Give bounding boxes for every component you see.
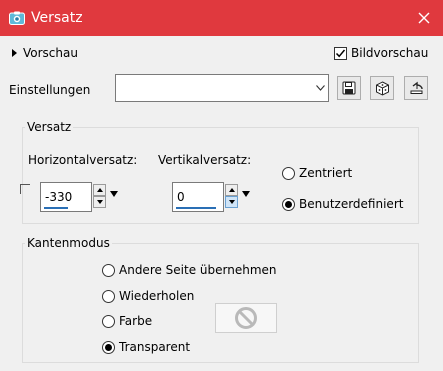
dice-icon — [375, 80, 389, 96]
horizontal-offset-label: Horizontalversatz: — [28, 153, 138, 167]
arrow-down-icon — [228, 200, 235, 204]
vertical-offset-dropdown[interactable] — [240, 184, 251, 208]
radio-centered[interactable]: Zentriert — [282, 165, 352, 181]
close-button[interactable] — [411, 5, 437, 31]
horizontal-offset-value: -330 — [45, 190, 73, 204]
vertical-offset-label: Vertikalversatz: — [158, 153, 252, 167]
camera-icon — [9, 11, 25, 25]
reset-icon — [410, 81, 423, 94]
horizontal-offset-dropdown[interactable] — [108, 184, 119, 208]
edge-mode-group-label: Kantenmodus — [25, 236, 112, 250]
focus-underline — [176, 207, 216, 209]
edge-option-repeat[interactable]: Wiederholen — [102, 288, 194, 304]
vertical-offset-value: 0 — [177, 190, 185, 204]
vertical-offset-input[interactable]: 0 — [172, 182, 224, 212]
spin-up-button[interactable] — [225, 184, 238, 196]
preview-toggle[interactable]: Vorschau — [12, 45, 78, 61]
radio-centered-label: Zentriert — [299, 166, 353, 180]
settings-label: Einstellungen — [9, 83, 91, 97]
arrow-up-icon — [96, 188, 103, 192]
horizontal-offset-input[interactable]: -330 — [40, 182, 92, 212]
edge-color-swatch[interactable] — [215, 303, 277, 333]
checkbox[interactable] — [334, 46, 347, 60]
radio-button[interactable] — [282, 166, 295, 180]
preview-label: Vorschau — [23, 46, 78, 60]
radio-button[interactable] — [102, 263, 115, 277]
edge-option-transparent[interactable]: Transparent — [102, 339, 190, 355]
edge-option-label: Farbe — [119, 314, 153, 328]
vertical-offset-spinner[interactable] — [225, 184, 238, 208]
dropdown-arrow-icon — [241, 191, 250, 197]
combobox-dropdown-button[interactable] — [312, 75, 328, 101]
reset-button[interactable] — [404, 76, 428, 100]
radio-custom[interactable]: Benutzerdefiniert — [282, 196, 403, 212]
dropdown-arrow-icon — [109, 191, 118, 197]
image-preview-checkbox[interactable]: Bildvorschau — [334, 45, 428, 61]
close-icon — [418, 12, 430, 24]
expand-arrow-icon — [12, 49, 17, 57]
arrow-down-icon — [96, 200, 103, 204]
link-offsets-checkbox[interactable] — [20, 184, 30, 194]
save-preset-button[interactable] — [337, 76, 361, 100]
window-title: Versatz — [31, 10, 83, 26]
chevron-down-icon — [315, 85, 325, 91]
title-bar: Versatz — [0, 0, 443, 36]
prohibited-icon — [235, 307, 257, 329]
settings-combobox[interactable] — [115, 74, 329, 102]
focus-underline — [44, 207, 68, 209]
radio-selected-dot — [105, 343, 112, 351]
checkmark-icon — [335, 49, 346, 57]
radio-button[interactable] — [102, 314, 115, 328]
spin-down-button[interactable] — [225, 196, 238, 208]
edge-option-label: Wiederholen — [119, 289, 195, 303]
radio-custom-label: Benutzerdefiniert — [299, 197, 404, 211]
spin-down-button[interactable] — [93, 196, 106, 208]
horizontal-offset-spinner[interactable] — [93, 184, 106, 208]
radio-selected-dot — [285, 200, 292, 208]
radio-button[interactable] — [282, 197, 295, 211]
edge-option-other-side[interactable]: Andere Seite übernehmen — [102, 262, 277, 278]
edge-option-label: Transparent — [119, 340, 191, 354]
save-icon — [342, 81, 356, 95]
radio-button[interactable] — [102, 340, 115, 354]
radio-button[interactable] — [102, 289, 115, 303]
image-preview-label: Bildvorschau — [351, 46, 429, 60]
arrow-up-icon — [228, 188, 235, 192]
spin-up-button[interactable] — [93, 184, 106, 196]
random-button[interactable] — [370, 76, 394, 100]
edge-option-label: Andere Seite übernehmen — [119, 263, 277, 277]
edge-option-color[interactable]: Farbe — [102, 313, 152, 329]
offset-group-label: Versatz — [25, 120, 74, 134]
